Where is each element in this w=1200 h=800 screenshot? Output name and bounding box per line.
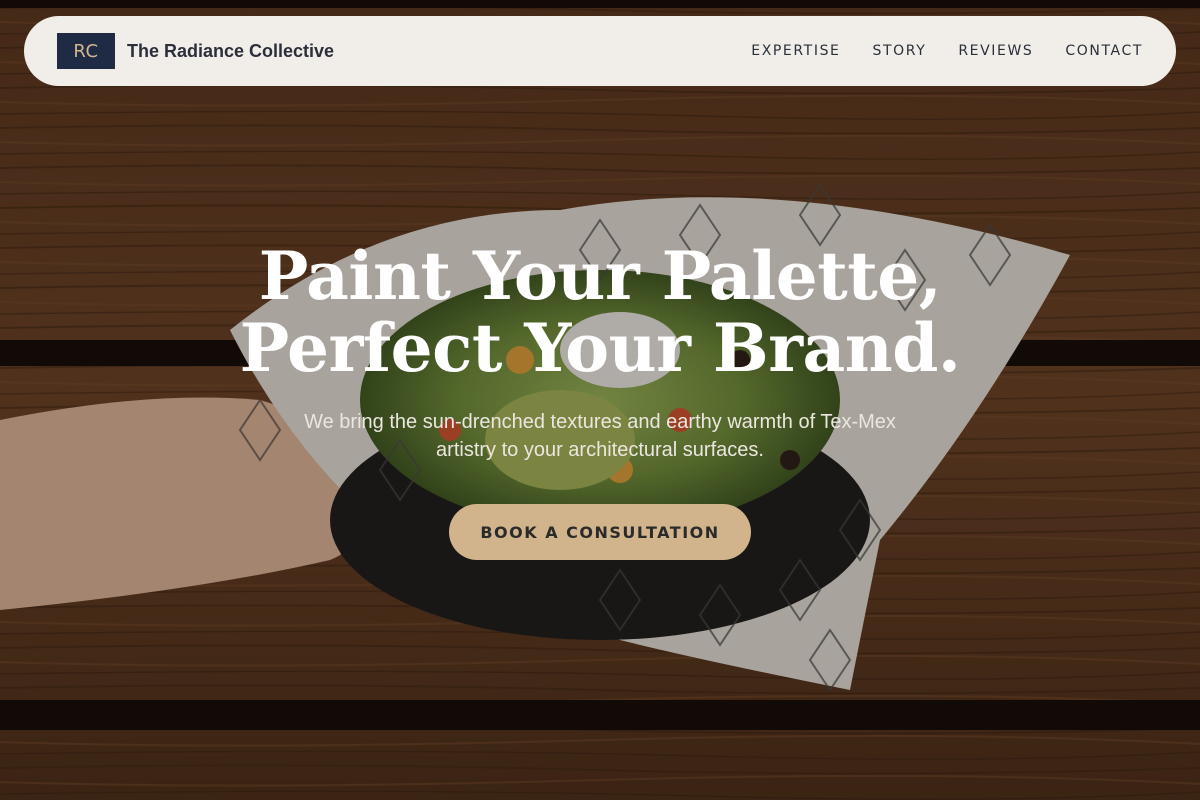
nav-link-expertise[interactable]: EXPERTISE	[751, 43, 840, 59]
nav-link-contact[interactable]: CONTACT	[1065, 43, 1143, 59]
hero-content: Paint Your Palette, Perfect Your Brand. …	[0, 240, 1200, 560]
hero-headline: Paint Your Palette, Perfect Your Brand.	[0, 240, 1200, 384]
hero-headline-line2: Perfect Your Brand.	[239, 309, 961, 387]
book-consultation-button[interactable]: BOOK A CONSULTATION	[449, 504, 751, 560]
nav-links: EXPERTISE STORY REVIEWS CONTACT	[751, 43, 1143, 59]
hero-subheadline: We bring the sun-drenched textures and e…	[304, 411, 896, 461]
hero-section: RC The Radiance Collective EXPERTISE STO…	[0, 0, 1200, 800]
logo-badge[interactable]: RC	[57, 33, 115, 69]
nav-link-story[interactable]: STORY	[873, 43, 927, 59]
nav-link-reviews[interactable]: REVIEWS	[958, 43, 1033, 59]
top-navbar: RC The Radiance Collective EXPERTISE STO…	[24, 16, 1176, 86]
brand-name[interactable]: The Radiance Collective	[127, 41, 334, 62]
hero-headline-line1: Paint Your Palette,	[258, 237, 942, 315]
